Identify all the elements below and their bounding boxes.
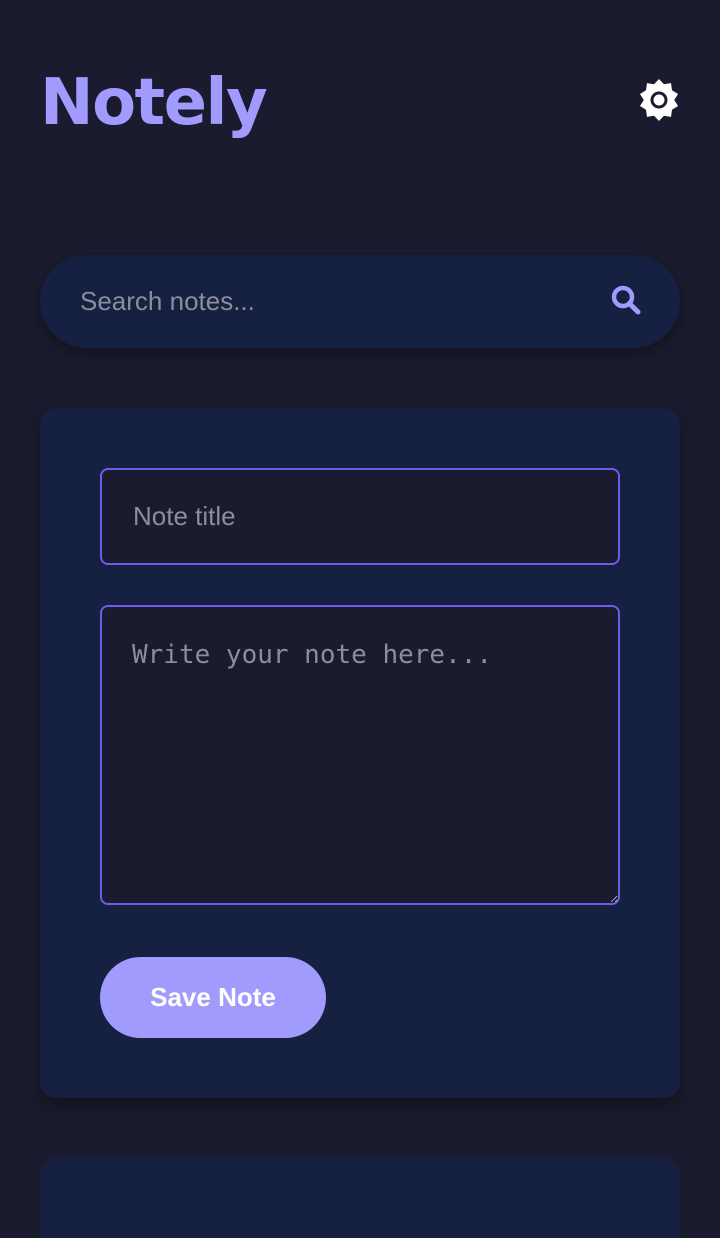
sun-icon	[636, 78, 682, 124]
search-input[interactable]	[40, 255, 580, 348]
theme-toggle-button[interactable]	[636, 78, 682, 124]
search-icon[interactable]	[609, 283, 643, 317]
search-bar	[40, 255, 680, 348]
app-title: Notely	[40, 66, 268, 140]
save-note-button[interactable]: Save Note	[100, 957, 326, 1038]
note-card	[40, 1158, 680, 1238]
note-body-textarea[interactable]	[100, 605, 620, 905]
note-title-input[interactable]	[100, 468, 620, 565]
